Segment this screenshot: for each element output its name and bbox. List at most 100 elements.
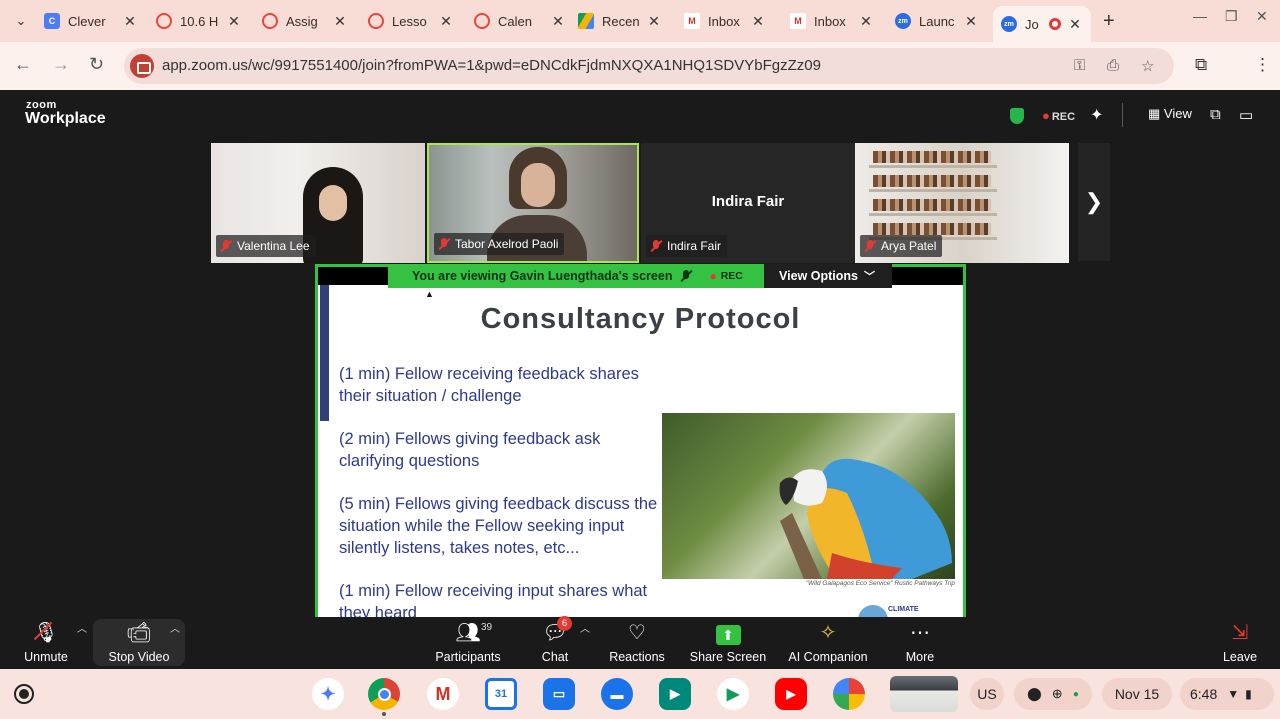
window-close-icon[interactable]: ✕ xyxy=(1256,8,1268,25)
play-store-icon[interactable]: ▶ xyxy=(717,678,749,710)
next-page-chevron-icon[interactable]: ❯ xyxy=(1078,143,1110,261)
slide-bullet: (2 min) Fellows giving feedback ask clar… xyxy=(339,430,601,470)
new-tab-icon[interactable]: + xyxy=(1103,10,1115,33)
zoom-icon: zm xyxy=(895,13,911,29)
tab-recen[interactable]: Recen ✕ xyxy=(578,6,662,36)
date[interactable]: Nov 15 xyxy=(1102,678,1172,710)
picture-in-picture-icon[interactable]: ⧉ xyxy=(1210,106,1221,123)
recording-dot-icon: ● xyxy=(709,269,717,283)
tab-assig[interactable]: Assig ✕ xyxy=(262,6,348,36)
tab-lesso[interactable]: Lesso ✕ xyxy=(368,6,454,36)
slide-title: Consultancy Protocol xyxy=(480,303,801,335)
encryption-shield-icon[interactable] xyxy=(1010,108,1024,124)
ai-sparkle-icon[interactable]: ✦ xyxy=(1090,105,1103,125)
bookmark-star-icon[interactable]: ☆ xyxy=(1141,57,1154,75)
messages-icon[interactable]: ▬ xyxy=(601,678,633,710)
green-dot-icon: ● xyxy=(1072,688,1079,700)
tab-inbox-1[interactable]: M Inbox ✕ xyxy=(684,6,766,36)
gmail-icon[interactable]: M xyxy=(427,678,459,710)
tab-calen[interactable]: Calen ✕ xyxy=(474,6,566,36)
zoom-top-bar: zoom Workplace xyxy=(0,90,1280,142)
close-tab-icon[interactable]: ✕ xyxy=(858,13,874,30)
close-tab-icon[interactable]: ✕ xyxy=(122,13,138,30)
gmail-icon: M xyxy=(684,13,700,29)
wifi-icon: ▼ xyxy=(1227,687,1240,701)
status-icons[interactable]: ⬤ ⊕ ● xyxy=(1014,678,1092,710)
tab-clever[interactable]: C Clever ✕ xyxy=(44,6,138,36)
minimize-icon[interactable]: — xyxy=(1193,8,1207,24)
share-screen-button[interactable]: ⬆ Share Screen xyxy=(688,617,768,669)
participant-name: Tabor Axelrod Paoli xyxy=(455,237,559,251)
tab-launc[interactable]: zm Launc ✕ xyxy=(895,6,979,36)
files-icon[interactable]: ▭ xyxy=(543,678,575,710)
close-tab-icon[interactable]: ✕ xyxy=(438,13,454,30)
forward-icon[interactable]: → xyxy=(52,54,70,75)
participant-tile[interactable]: Valentina Lee xyxy=(211,143,425,263)
site-info-icon[interactable] xyxy=(130,54,154,78)
photos-icon[interactable] xyxy=(833,678,865,710)
reload-icon[interactable]: ↻ xyxy=(89,54,104,75)
participant-tile[interactable]: Indira Fair Indira Fair xyxy=(641,143,855,263)
meet-icon[interactable]: ▶ xyxy=(659,678,691,710)
share-screen-icon: ⬆ xyxy=(688,617,768,645)
system-tray[interactable]: 6:48 ▼ ▮ xyxy=(1180,678,1274,710)
ring-icon xyxy=(156,13,172,29)
stop-video-button[interactable]: 📹︎ Stop Video xyxy=(100,617,178,669)
full-screen-icon[interactable]: ▭ xyxy=(1239,106,1253,124)
close-tab-icon[interactable]: ✕ xyxy=(1067,16,1083,33)
participant-name: Indira Fair xyxy=(667,239,722,253)
maximize-icon[interactable]: ❐ xyxy=(1225,8,1238,25)
unmute-button[interactable]: 🎙 Unmute xyxy=(16,617,76,669)
chat-button[interactable]: 💬︎ Chat xyxy=(530,617,580,669)
tab-10-6[interactable]: 10.6 H ✕ xyxy=(156,6,242,36)
add-icon: ⊕ xyxy=(1051,686,1063,701)
tab-active-zoom[interactable]: zm Jo ✕ xyxy=(993,6,1091,42)
more-dots-icon: ⋯ xyxy=(910,622,930,644)
close-tab-icon[interactable]: ✕ xyxy=(550,13,566,30)
close-tab-icon[interactable]: ✕ xyxy=(226,13,242,30)
ai-companion-button[interactable]: ✧ AI Companion xyxy=(784,617,872,669)
launcher-icon[interactable] xyxy=(14,684,34,704)
clever-icon: C xyxy=(44,13,60,29)
password-key-icon[interactable]: ⚿ xyxy=(1074,57,1085,74)
participant-tile[interactable]: Arya Patel xyxy=(855,143,1069,263)
address-bar[interactable]: app.zoom.us/wc/9917551400/join?fromPWA=1… xyxy=(124,48,1174,84)
url-text[interactable]: app.zoom.us/wc/9917551400/join?fromPWA=1… xyxy=(162,57,821,74)
close-tab-icon[interactable]: ✕ xyxy=(750,13,766,30)
zoom-window-thumbnail[interactable] xyxy=(890,676,958,712)
extensions-icon[interactable]: ⧉ xyxy=(1195,55,1207,75)
back-icon[interactable]: ← xyxy=(14,54,32,75)
clock-time: 6:48 xyxy=(1190,686,1218,702)
more-button[interactable]: ⋯ More xyxy=(898,617,942,669)
youtube-icon[interactable]: ▶ xyxy=(775,678,807,710)
divider xyxy=(1122,103,1123,127)
view-button[interactable]: ▦ View xyxy=(1148,106,1192,122)
slide-bullet: (5 min) Fellows giving feedback discuss … xyxy=(339,495,658,557)
keyboard-layout[interactable]: US xyxy=(970,678,1004,710)
participants-button[interactable]: 👥︎ Participants xyxy=(428,617,508,669)
participant-tile-active-speaker[interactable]: Tabor Axelrod Paoli xyxy=(427,143,639,263)
chrome-icon[interactable] xyxy=(368,678,400,710)
recording-indicator[interactable]: ● REC xyxy=(1042,108,1075,123)
mic-muted-icon xyxy=(438,238,450,250)
leave-button[interactable]: ⇲ Leave xyxy=(1218,617,1262,669)
reactions-button[interactable]: ♡ Reactions xyxy=(604,617,670,669)
tab-inbox-2[interactable]: M Inbox ✕ xyxy=(790,6,874,36)
video-options-caret-icon[interactable]: ︿ xyxy=(170,620,180,635)
calendar-icon[interactable]: 31 xyxy=(485,678,517,710)
browser-menu-icon[interactable]: ⋮ xyxy=(1254,55,1271,75)
ring-icon xyxy=(474,13,490,29)
close-tab-icon[interactable]: ✕ xyxy=(646,13,662,30)
gemini-icon[interactable]: ✦ xyxy=(312,678,344,710)
close-tab-icon[interactable]: ✕ xyxy=(963,13,979,30)
audio-options-caret-icon[interactable]: ︿ xyxy=(77,620,87,635)
chat-options-caret-icon[interactable]: ︿ xyxy=(580,620,590,635)
install-app-icon[interactable]: ⎙ xyxy=(1107,57,1119,74)
tab-search-chevron-icon[interactable]: ⌄ xyxy=(8,8,34,34)
participants-icon: 👥︎ xyxy=(455,622,481,644)
mic-muted-icon xyxy=(650,240,662,252)
browser-toolbar: ← → ↻ app.zoom.us/wc/9917551400/join?fro… xyxy=(0,42,1280,90)
view-options-button[interactable]: View Options ﹀ xyxy=(764,264,892,288)
close-tab-icon[interactable]: ✕ xyxy=(332,13,348,30)
share-banner-text: You are viewing Gavin Luengthada's scree… xyxy=(412,269,673,283)
